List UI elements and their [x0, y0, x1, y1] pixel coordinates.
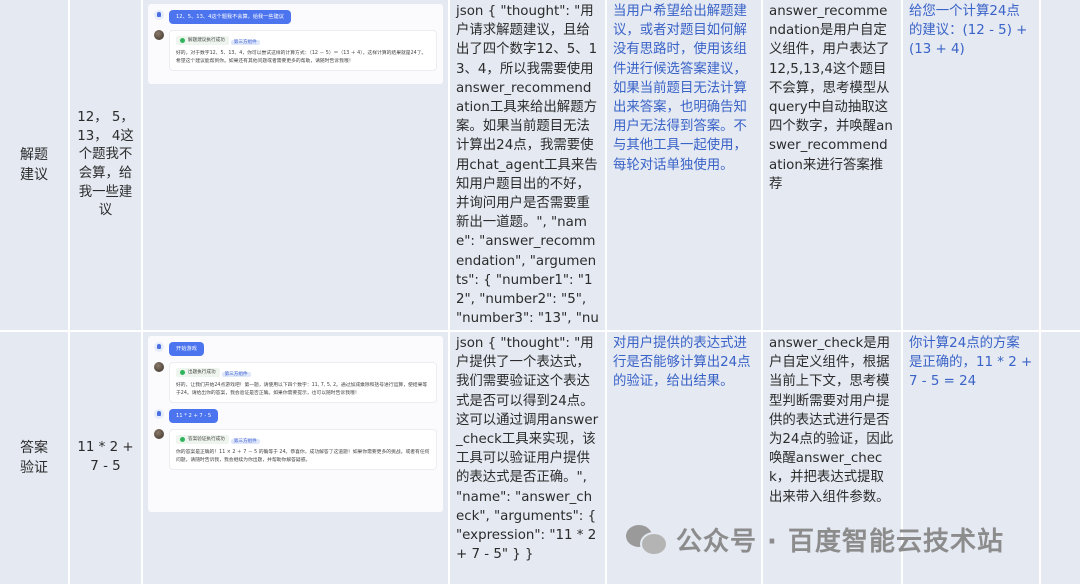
bot-reply-text: 好的，对于数字12、5、13、4，你可以尝试这样的计算方式：（12 － 5）＝（… — [176, 51, 427, 64]
result-text: 你计算24点的方案是正确的，11 * 2 + 7 - 5 = 24 — [909, 336, 1033, 390]
bot-reply-text: 你的答案是正确的！11 × 2 ＋ 7 － 5 的确等于 24。恭喜你，成功解答… — [176, 450, 430, 463]
user-message-row: 开始游戏 — [154, 342, 437, 356]
bot-message-row: 解题建议执行成功 第三方组件 好的，对于数字12、5、13、4，你可以尝试这样的… — [154, 30, 437, 71]
component-tag: 第三方组件 — [230, 40, 260, 45]
model-output-text: json { "thought": "用户提供了一个表达式，我们需要验证这个表达… — [456, 336, 599, 563]
check-icon — [180, 38, 185, 43]
query-cell: 11 * 2 + 7 - 5 — [70, 332, 141, 584]
watermark: 公众号 · 百度智能云技术站 — [626, 521, 1004, 557]
chat-screenshot: 开始游戏 出题执行成功 第三方组件 好的，让我们开始24点游戏吧！第一题，请使用… — [148, 336, 443, 512]
chat-screenshot: 12、5、13、4这个题我不会算，给我一些建议 解题建议执行成功 第三方组件 好… — [148, 4, 443, 84]
comparison-table: 解题 建议 12， 5， 13， 4这个题我不会算，给我一些建议 12、5、13… — [0, 0, 1080, 584]
status-chip: 解题建议执行成功 — [176, 36, 229, 45]
check-icon — [180, 437, 185, 442]
bot-avatar-icon — [154, 429, 164, 439]
bot-reply-card: 答案验证执行成功 第三方组件 你的答案是正确的！11 × 2 ＋ 7 － 5 的… — [169, 429, 437, 470]
bot-reply-card: 解题建议执行成功 第三方组件 好的，对于数字12、5、13、4，你可以尝试这样的… — [169, 30, 437, 71]
result-text: 给您一个计算24点的建议：(12 - 5) + (13 + 4) — [909, 4, 1028, 58]
bot-message-row: 出题执行成功 第三方组件 好的，让我们开始24点游戏吧！第一题，请使用以下四个数… — [154, 362, 437, 403]
user-message-row: 11 * 2 + 7 - 5 — [154, 409, 437, 423]
tool-description-text: 对用户提供的表达式进行是否能够计算出24点的验证，给出结果。 — [613, 336, 751, 390]
category-cell: 解题 建议 — [0, 0, 68, 330]
category-cell: 答案 验证 — [0, 332, 68, 584]
tool-description-text: 当用户希望给出解题建议，或者对题目如何解没有思路时，使用该组件进行候选答案建议，… — [613, 4, 747, 173]
blank-cell — [1041, 332, 1080, 584]
user-message-bubble: 12、5、13、4这个题我不会算，给我一些建议 — [169, 10, 291, 24]
result-cell: 给您一个计算24点的建议：(12 - 5) + (13 + 4) — [903, 0, 1039, 330]
user-avatar-icon — [154, 10, 164, 20]
category-label: 解题 建议 — [20, 147, 48, 183]
explanation-cell: answer_recommendation是用户自定义组件，用户表达了12,5,… — [763, 0, 901, 330]
bot-reply-card: 出题执行成功 第三方组件 好的，让我们开始24点游戏吧！第一题，请使用以下四个数… — [169, 362, 437, 403]
blank-cell — [1041, 0, 1080, 330]
screenshot-cell: 12、5、13、4这个题我不会算，给我一些建议 解题建议执行成功 第三方组件 好… — [143, 0, 448, 330]
status-chip-label: 出题执行成功 — [188, 370, 216, 375]
query-cell: 12， 5， 13， 4这个题我不会算，给我一些建议 — [70, 0, 141, 330]
query-text: 12， 5， 13， 4这个题我不会算，给我一些建议 — [77, 110, 134, 219]
bot-avatar-icon — [154, 30, 164, 40]
bot-avatar-icon — [154, 362, 164, 372]
component-tag: 第三方组件 — [221, 372, 251, 377]
wechat-logo-icon — [626, 522, 668, 556]
category-label: 答案 验证 — [20, 440, 48, 476]
bot-reply-text: 好的，让我们开始24点游戏吧！第一题，请使用以下四个数字：11, 7, 5, 2… — [176, 383, 428, 396]
model-output-cell: json { "thought": "用户提供了一个表达式，我们需要验证这个表达… — [450, 332, 605, 584]
user-avatar-icon — [154, 409, 164, 419]
user-avatar-icon — [154, 342, 164, 352]
tool-description-cell: 当用户希望给出解题建议，或者对题目如何解没有思路时，使用该组件进行候选答案建议，… — [607, 0, 761, 330]
status-chip-label: 答案验证执行成功 — [188, 437, 225, 442]
explanation-text: answer_recommendation是用户自定义组件，用户表达了12,5,… — [769, 4, 893, 192]
query-text: 11 * 2 + 7 - 5 — [77, 440, 134, 474]
watermark-text: 公众号 · 百度智能云技术站 — [676, 526, 1004, 557]
check-icon — [180, 370, 185, 375]
user-message-bubble: 11 * 2 + 7 - 5 — [169, 409, 219, 423]
user-message-bubble: 开始游戏 — [169, 342, 204, 356]
model-output-text: json { "thought": "用户请求解题建议，且给出了四个数字12、5… — [456, 4, 599, 327]
status-chip: 出题执行成功 — [176, 368, 220, 377]
bot-message-row: 答案验证执行成功 第三方组件 你的答案是正确的！11 × 2 ＋ 7 － 5 的… — [154, 429, 437, 470]
status-chip-label: 解题建议执行成功 — [188, 38, 225, 43]
status-chip: 答案验证执行成功 — [176, 435, 229, 444]
component-tag: 第三方组件 — [230, 439, 260, 444]
explanation-text: answer_check是用户自定义组件，根据当前上下文，思考模型判断需要对用户… — [769, 336, 894, 505]
user-message-row: 12、5、13、4这个题我不会算，给我一些建议 — [154, 10, 437, 24]
model-output-cell: json { "thought": "用户请求解题建议，且给出了四个数字12、5… — [450, 0, 605, 330]
screenshot-cell: 开始游戏 出题执行成功 第三方组件 好的，让我们开始24点游戏吧！第一题，请使用… — [143, 332, 448, 584]
